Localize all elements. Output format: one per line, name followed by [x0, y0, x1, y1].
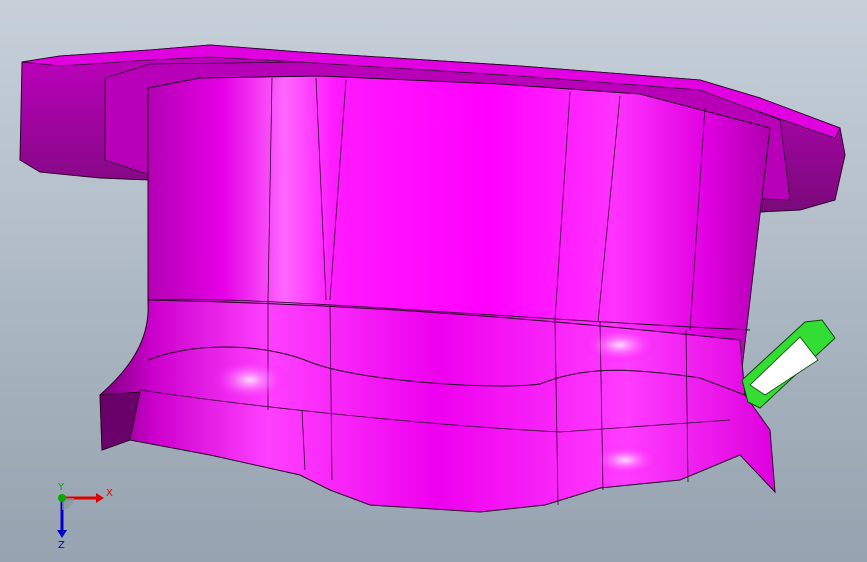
- green-tab[interactable]: [741, 319, 836, 409]
- model-view[interactable]: [0, 0, 867, 562]
- x-axis-label: X: [106, 488, 113, 499]
- z-axis-label: Z: [58, 540, 65, 550]
- graphics-viewport[interactable]: X Y Z: [0, 0, 867, 562]
- orientation-triad: X Y Z: [44, 480, 124, 551]
- y-axis-label: Y: [57, 482, 65, 493]
